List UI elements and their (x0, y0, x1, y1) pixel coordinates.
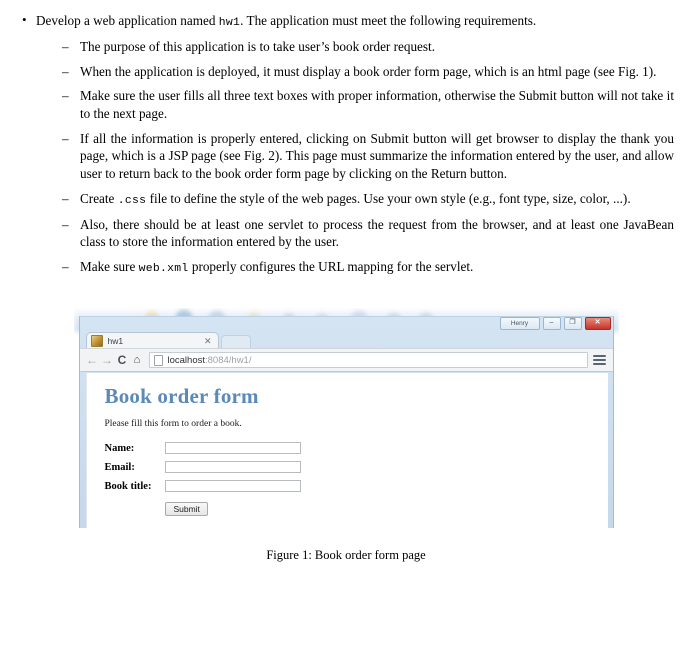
book-title-label: Book title: (104, 480, 152, 492)
favicon-icon (90, 335, 103, 347)
url-path: :8084/hw1/ (205, 354, 252, 366)
tab-strip: hw1 ✕ (80, 330, 613, 350)
requirement-text-post: properly configures the URL mapping for … (188, 259, 474, 274)
tab-close-icon[interactable]: ✕ (204, 336, 214, 347)
requirement-deploy: – When the application is deployed, it m… (60, 63, 674, 81)
name-input[interactable] (165, 442, 302, 454)
tab-title: hw1 (107, 336, 124, 346)
maximize-button[interactable]: ❐ (563, 317, 582, 330)
requirement-servlet: – Also, there should be at least one ser… (60, 216, 674, 251)
requirement-text-post: file to define the style of the web page… (146, 190, 631, 206)
requirements-outline: • Develop a web application named hw1. T… (0, 0, 692, 277)
sub-requirements-wrap: – The purpose of this application is to … (36, 38, 674, 277)
top-item-text-post: . The application must meet the followin… (240, 13, 537, 28)
top-item-text-pre: Develop a web application named (36, 13, 219, 28)
minimize-button[interactable]: – (542, 317, 561, 330)
browser-toolbar: ← → C ⌂ localhost:8084/hw1/ (79, 348, 613, 372)
name-label: Name: (104, 442, 135, 454)
outline-level-2: – The purpose of this application is to … (60, 38, 674, 277)
top-level-item: • Develop a web application named hw1. T… (18, 12, 674, 277)
close-button[interactable]: ✕ (584, 317, 611, 330)
requirement-text: Make sure the user fills all three text … (80, 88, 674, 122)
page-document-icon (153, 354, 163, 366)
requirement-thank-you: – If all the information is properly ent… (60, 130, 674, 183)
back-icon[interactable]: ← (85, 353, 100, 367)
page-viewport: Book order form Please fill this form to… (85, 373, 608, 528)
name-field-cell (165, 442, 302, 461)
requirement-purpose: – The purpose of this application is to … (60, 38, 674, 56)
form-row-email: Email: (105, 461, 302, 480)
submit-spacer (105, 499, 166, 524)
requirement-text: When the application is deployed, it mus… (80, 63, 657, 79)
requirement-css: – Create .css file to define the style o… (60, 190, 674, 209)
form-row-submit: Submit (105, 499, 302, 524)
form-row-book-title: Book title: (105, 480, 302, 499)
dash-glyph: – (62, 88, 69, 104)
inline-code-hw1: hw1 (218, 17, 241, 29)
outline-level-1: • Develop a web application named hw1. T… (18, 12, 674, 277)
email-field-cell (165, 461, 302, 480)
dash-glyph: – (62, 39, 69, 55)
requirement-text: Also, there should be at least one servl… (80, 216, 674, 250)
email-label: Email: (104, 461, 135, 473)
hamburger-menu-icon[interactable] (592, 355, 608, 365)
window-controls: Henry – ❐ ✕ (499, 317, 611, 330)
requirement-text-pre: Make sure (80, 259, 139, 274)
book-order-form: Name: Email: Book title: Submit (105, 442, 302, 524)
form-row-name: Name: (105, 442, 302, 461)
user-profile-chip[interactable]: Henry (499, 317, 540, 330)
browser-screenshot-image: Henry – ❐ ✕ hw1 ✕ ← → C ⌂ localhost:8084… (73, 308, 619, 528)
bullet-glyph: • (22, 12, 27, 27)
window-titlebar: Henry – ❐ ✕ (80, 317, 613, 330)
dash-glyph: – (62, 190, 69, 206)
dash-glyph: – (62, 216, 69, 232)
forward-icon[interactable]: → (100, 353, 115, 367)
page-subtitle: Please fill this form to order a book. (104, 419, 242, 429)
browser-window: Henry – ❐ ✕ hw1 ✕ ← → C ⌂ localhost:8084… (78, 316, 614, 528)
address-bar[interactable]: localhost:8084/hw1/ (148, 352, 588, 368)
email-input[interactable] (165, 461, 302, 473)
requirement-text: If all the information is properly enter… (80, 130, 674, 181)
browser-tab-hw1[interactable]: hw1 ✕ (85, 332, 219, 349)
dash-glyph: – (62, 130, 69, 146)
inline-code-css: .css (117, 194, 147, 207)
document-page: • Develop a web application named hw1. T… (0, 0, 692, 646)
address-bar-url: localhost:8084/hw1/ (168, 355, 252, 366)
requirement-webxml: – Make sure web.xml properly configures … (60, 258, 674, 277)
reload-icon[interactable]: C (115, 353, 130, 367)
inline-code-webxml: web.xml (138, 263, 189, 275)
requirement-text-pre: Create (80, 190, 118, 206)
home-icon[interactable]: ⌂ (130, 354, 145, 366)
dash-glyph: – (62, 259, 69, 274)
book-title-field-cell (165, 480, 302, 499)
book-title-input[interactable] (165, 480, 302, 492)
requirement-text: The purpose of this application is to ta… (80, 39, 435, 55)
submit-cell: Submit (165, 499, 301, 524)
requirement-validation: – Make sure the user fills all three tex… (60, 87, 674, 122)
submit-button[interactable]: Submit (165, 502, 208, 516)
url-host: localhost (167, 354, 206, 366)
dash-glyph: – (62, 63, 69, 79)
page-title: Book order form (104, 384, 259, 408)
figure-1: Henry – ❐ ✕ hw1 ✕ ← → C ⌂ localhost:8084… (0, 308, 692, 563)
figure-caption: Figure 1: Book order form page (266, 548, 426, 562)
